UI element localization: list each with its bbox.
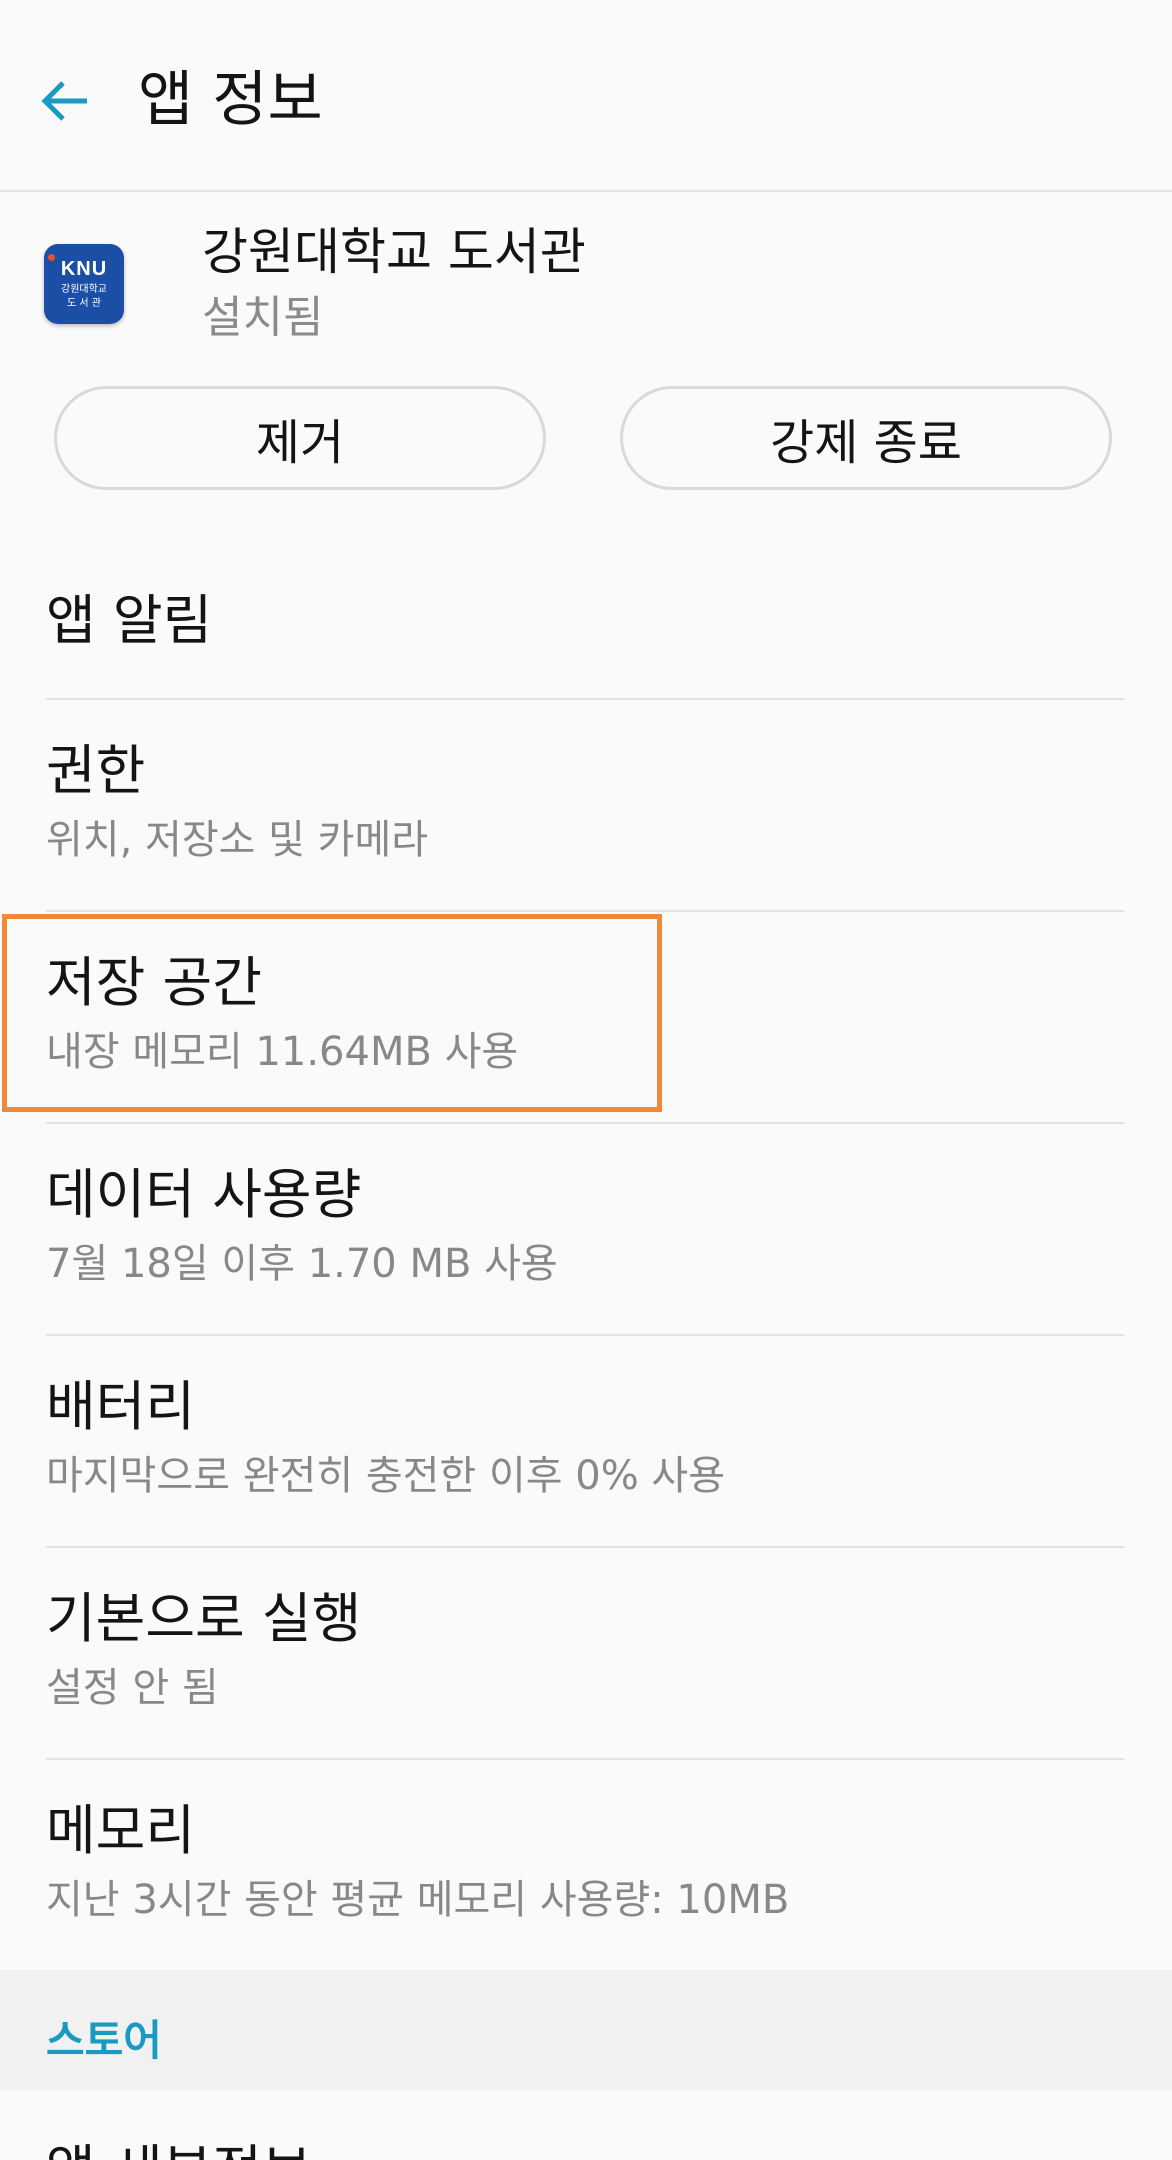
store-section-header (0, 1970, 1172, 2090)
permissions-item[interactable]: 권한 위치, 저장소 및 카메라 (0, 700, 1172, 910)
app-install-status: 설치됨 (202, 292, 324, 343)
item-subtitle: 설정 안 됨 (46, 1665, 219, 1711)
item-title: 기본으로 실행 (46, 1587, 362, 1650)
store-section-title: 스토어 (46, 2016, 162, 2065)
open-by-default-item[interactable]: 기본으로 실행 설정 안 됨 (0, 1548, 1172, 1758)
item-title: 배터리 (46, 1375, 196, 1438)
data-usage-item[interactable]: 데이터 사용량 7월 18일 이후 1.70 MB 사용 (0, 1124, 1172, 1334)
arrow-left-icon (41, 81, 87, 121)
app-icon: KNU 강원대학교 도 서 관 (44, 244, 124, 324)
app-summary: KNU 강원대학교 도 서 관 강원대학교 도서관 설치됨 (0, 200, 1172, 370)
item-title: 권한 (46, 739, 146, 802)
item-subtitle: 내장 메모리 11.64MB 사용 (46, 1029, 519, 1075)
item-subtitle: 7월 18일 이후 1.70 MB 사용 (46, 1241, 558, 1287)
memory-item[interactable]: 메모리 지난 3시간 동안 평균 메모리 사용량: 10MB (0, 1760, 1172, 1970)
app-name: 강원대학교 도서관 (202, 223, 586, 281)
app-notifications-item[interactable]: 앱 알림 (0, 560, 1172, 700)
back-button[interactable] (30, 66, 100, 136)
item-subtitle: 지난 3시간 동안 평균 메모리 사용량: 10MB (46, 1877, 790, 1923)
app-bar: 앱 정보 (0, 0, 1172, 192)
logo-text: KNU (60, 258, 108, 280)
page-title: 앱 정보 (138, 65, 323, 135)
storage-item[interactable]: 저장 공간 내장 메모리 11.64MB 사용 (0, 912, 1172, 1122)
app-details-item[interactable]: 앱 세부정보 (0, 2090, 1172, 2160)
item-subtitle: 위치, 저장소 및 카메라 (46, 817, 429, 863)
item-title: 저장 공간 (46, 951, 262, 1014)
uninstall-button[interactable]: 제거 (54, 386, 546, 490)
battery-item[interactable]: 배터리 마지막으로 완전히 충전한 이후 0% 사용 (0, 1336, 1172, 1546)
force-stop-button[interactable]: 강제 종료 (620, 386, 1112, 490)
logo-line1: 강원대학교 (61, 284, 107, 295)
item-title: 메모리 (46, 1799, 196, 1862)
logo-line2: 도 서 관 (67, 298, 101, 309)
item-title: 앱 알림 (46, 589, 213, 652)
item-title: 앱 세부정보 (46, 2136, 312, 2160)
item-subtitle: 마지막으로 완전히 충전한 이후 0% 사용 (46, 1453, 726, 1499)
item-title: 데이터 사용량 (46, 1163, 362, 1226)
